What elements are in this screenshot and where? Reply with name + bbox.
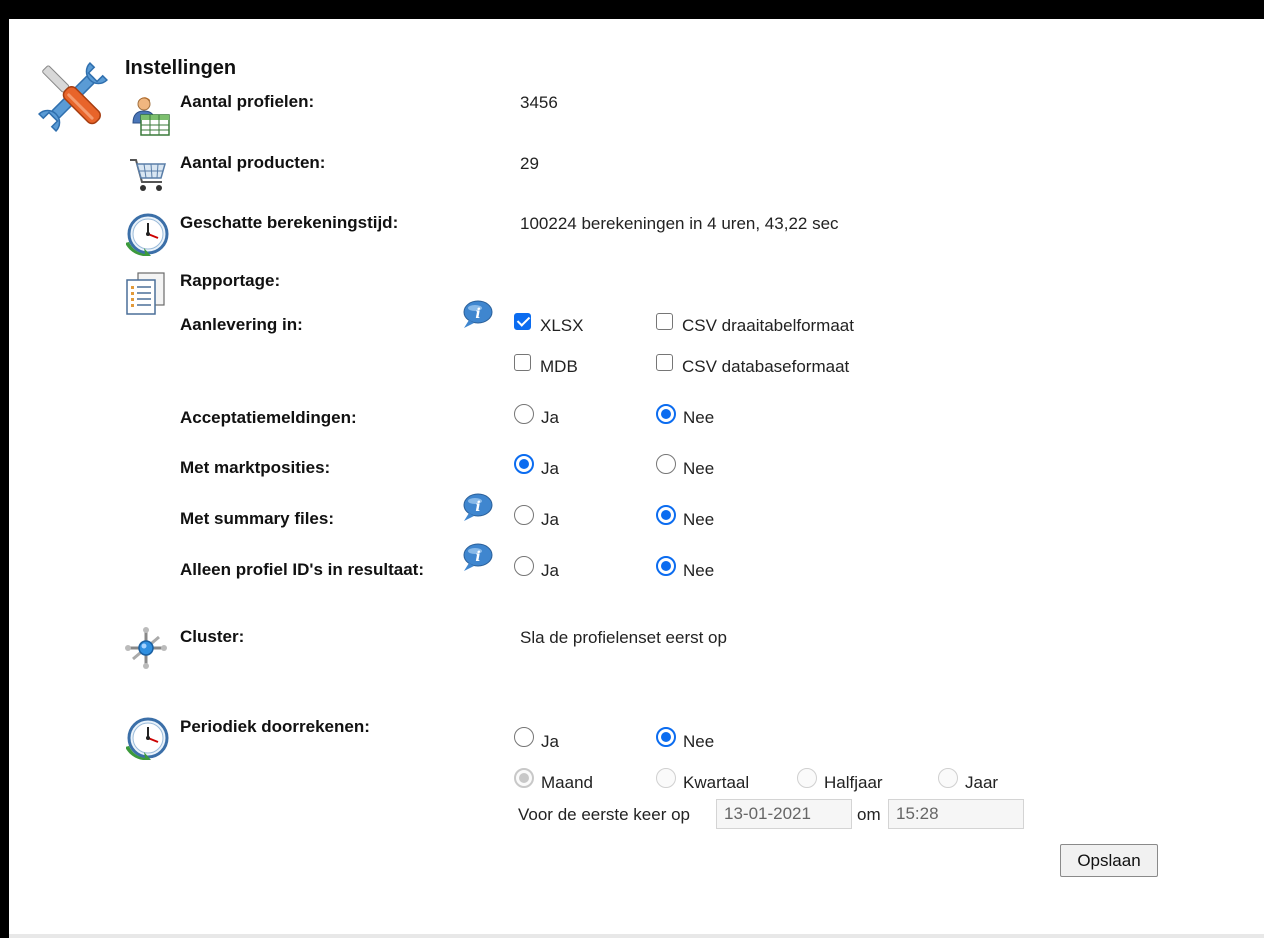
- page-title: Instellingen: [125, 57, 237, 79]
- svg-text:i: i: [475, 499, 480, 515]
- frequency-jaar-radio[interactable]: [938, 768, 958, 788]
- csv-draaitabel-checkbox[interactable]: [656, 313, 673, 330]
- mdb-label: MDB: [540, 357, 578, 376]
- periodiek-ja-label: Ja: [541, 732, 559, 751]
- summary-files-label: Met summary files:: [180, 509, 334, 528]
- report-icon: [126, 272, 165, 315]
- frequency-kwartaal-radio[interactable]: [656, 768, 676, 788]
- cluster-label: Cluster:: [180, 627, 245, 646]
- window-frame-bottom: [9, 934, 1264, 938]
- rapportage-label: Rapportage:: [180, 271, 281, 290]
- aantal-profielen-value: 3456: [520, 93, 558, 112]
- window-frame-left: [0, 0, 9, 938]
- first-time-label: Voor de eerste keer op: [518, 805, 691, 824]
- periodiek-label: Periodiek doorrekenen:: [180, 717, 370, 736]
- summary-files-nee-label: Nee: [683, 510, 715, 529]
- profiles-icon: [132, 97, 170, 136]
- marktposities-nee-label: Nee: [683, 459, 715, 478]
- acceptatiemeldingen-ja-radio[interactable]: [514, 404, 534, 424]
- summary-files-ja-label: Ja: [541, 510, 559, 529]
- info-icon[interactable]: i: [461, 300, 493, 330]
- summary-files-ja-radio[interactable]: [514, 505, 534, 525]
- frequency-maand-label: Maand: [541, 773, 593, 792]
- csv-draaitabel-label: CSV draaitabelformaat: [682, 316, 854, 335]
- window-frame-top: [0, 0, 1264, 19]
- frequency-jaar-label: Jaar: [965, 773, 999, 792]
- marktposities-ja-label: Ja: [541, 459, 559, 478]
- berekeningstijd-label: Geschatte berekeningstijd:: [180, 213, 399, 232]
- periodiek-ja-radio[interactable]: [514, 727, 534, 747]
- periodiek-nee-label: Nee: [683, 732, 715, 751]
- alleen-profiel-ids-label: Alleen profiel ID's in resultaat:: [180, 560, 424, 579]
- svg-text:i: i: [475, 549, 480, 565]
- alleen-profiel-ids-ja-radio[interactable]: [514, 556, 534, 576]
- frequency-halfjaar-label: Halfjaar: [824, 773, 883, 792]
- aanlevering-label: Aanlevering in:: [180, 315, 303, 334]
- alleen-profiel-ids-nee-radio[interactable]: [656, 556, 676, 576]
- info-icon[interactable]: i: [461, 493, 493, 523]
- cluster-value: Sla de profielenset eerst op: [520, 628, 727, 647]
- acceptatiemeldingen-label: Acceptatiemeldingen:: [180, 408, 357, 427]
- mdb-checkbox[interactable]: [514, 354, 531, 371]
- marktposities-nee-radio[interactable]: [656, 454, 676, 474]
- first-time-input[interactable]: [888, 799, 1024, 829]
- marktposities-label: Met marktposities:: [180, 458, 331, 477]
- acceptatiemeldingen-ja-label: Ja: [541, 408, 559, 427]
- svg-text:i: i: [475, 306, 480, 322]
- csv-database-checkbox[interactable]: [656, 354, 673, 371]
- shopping-cart-icon: [130, 159, 166, 191]
- frequency-kwartaal-label: Kwartaal: [683, 773, 750, 792]
- xlsx-label: XLSX: [540, 316, 584, 335]
- csv-database-label: CSV databaseformaat: [682, 357, 850, 376]
- clock-icon: [126, 213, 169, 256]
- summary-files-nee-radio[interactable]: [656, 505, 676, 525]
- save-button[interactable]: Opslaan: [1060, 844, 1158, 877]
- info-icon[interactable]: i: [461, 543, 493, 573]
- aantal-producten-label: Aantal producten:: [180, 153, 326, 172]
- aantal-profielen-label: Aantal profielen:: [180, 92, 315, 111]
- aantal-producten-value: 29: [520, 154, 539, 173]
- cluster-icon: [125, 627, 167, 669]
- alleen-profiel-ids-ja-label: Ja: [541, 561, 559, 580]
- frequency-maand-radio[interactable]: [514, 768, 534, 788]
- alleen-profiel-ids-nee-label: Nee: [683, 561, 715, 580]
- schedule-clock-icon: [126, 717, 169, 760]
- marktposities-ja-radio[interactable]: [514, 454, 534, 474]
- xlsx-checkbox[interactable]: [514, 313, 531, 330]
- frequency-halfjaar-radio[interactable]: [797, 768, 817, 788]
- periodiek-nee-radio[interactable]: [656, 727, 676, 747]
- first-date-input[interactable]: [716, 799, 852, 829]
- berekeningstijd-value: 100224 berekeningen in 4 uren, 43,22 sec: [520, 214, 839, 233]
- acceptatiemeldingen-nee-label: Nee: [683, 408, 715, 427]
- acceptatiemeldingen-nee-radio[interactable]: [656, 404, 676, 424]
- settings-tools-icon: [37, 61, 109, 133]
- om-label: om: [857, 805, 881, 824]
